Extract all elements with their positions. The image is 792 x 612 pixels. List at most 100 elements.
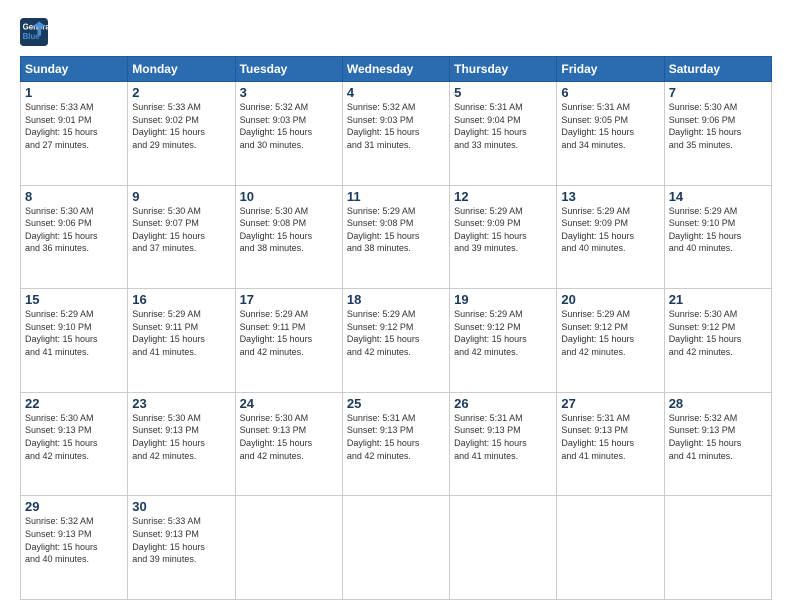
calendar-cell: 21Sunrise: 5:30 AM Sunset: 9:12 PM Dayli… — [664, 289, 771, 393]
day-info: Sunrise: 5:31 AM Sunset: 9:04 PM Dayligh… — [454, 101, 552, 151]
day-number: 22 — [25, 396, 123, 411]
day-info: Sunrise: 5:29 AM Sunset: 9:08 PM Dayligh… — [347, 205, 445, 255]
day-number: 24 — [240, 396, 338, 411]
calendar-header-row: SundayMondayTuesdayWednesdayThursdayFrid… — [21, 57, 772, 82]
calendar-cell: 8Sunrise: 5:30 AM Sunset: 9:06 PM Daylig… — [21, 185, 128, 289]
day-header-tuesday: Tuesday — [235, 57, 342, 82]
day-header-saturday: Saturday — [664, 57, 771, 82]
calendar-cell: 18Sunrise: 5:29 AM Sunset: 9:12 PM Dayli… — [342, 289, 449, 393]
day-number: 15 — [25, 292, 123, 307]
calendar-cell — [342, 496, 449, 600]
day-number: 13 — [561, 189, 659, 204]
day-number: 1 — [25, 85, 123, 100]
day-header-sunday: Sunday — [21, 57, 128, 82]
day-info: Sunrise: 5:32 AM Sunset: 9:03 PM Dayligh… — [347, 101, 445, 151]
calendar-cell: 11Sunrise: 5:29 AM Sunset: 9:08 PM Dayli… — [342, 185, 449, 289]
day-info: Sunrise: 5:33 AM Sunset: 9:01 PM Dayligh… — [25, 101, 123, 151]
calendar-cell: 27Sunrise: 5:31 AM Sunset: 9:13 PM Dayli… — [557, 392, 664, 496]
day-header-wednesday: Wednesday — [342, 57, 449, 82]
day-info: Sunrise: 5:30 AM Sunset: 9:06 PM Dayligh… — [669, 101, 767, 151]
day-number: 2 — [132, 85, 230, 100]
day-info: Sunrise: 5:29 AM Sunset: 9:09 PM Dayligh… — [561, 205, 659, 255]
calendar-cell: 20Sunrise: 5:29 AM Sunset: 9:12 PM Dayli… — [557, 289, 664, 393]
day-number: 9 — [132, 189, 230, 204]
day-info: Sunrise: 5:29 AM Sunset: 9:12 PM Dayligh… — [454, 308, 552, 358]
logo: General Blue — [20, 18, 48, 46]
calendar-cell: 23Sunrise: 5:30 AM Sunset: 9:13 PM Dayli… — [128, 392, 235, 496]
day-number: 27 — [561, 396, 659, 411]
day-info: Sunrise: 5:30 AM Sunset: 9:13 PM Dayligh… — [240, 412, 338, 462]
header: General Blue — [20, 18, 772, 46]
day-number: 28 — [669, 396, 767, 411]
day-info: Sunrise: 5:32 AM Sunset: 9:13 PM Dayligh… — [25, 515, 123, 565]
day-number: 26 — [454, 396, 552, 411]
logo-icon: General Blue — [20, 18, 48, 46]
page: General Blue SundayMondayTuesdayWednesda… — [0, 0, 792, 612]
calendar-cell: 15Sunrise: 5:29 AM Sunset: 9:10 PM Dayli… — [21, 289, 128, 393]
calendar-cell: 1Sunrise: 5:33 AM Sunset: 9:01 PM Daylig… — [21, 82, 128, 186]
calendar-cell: 12Sunrise: 5:29 AM Sunset: 9:09 PM Dayli… — [450, 185, 557, 289]
calendar-cell — [450, 496, 557, 600]
day-info: Sunrise: 5:33 AM Sunset: 9:02 PM Dayligh… — [132, 101, 230, 151]
day-number: 10 — [240, 189, 338, 204]
day-header-monday: Monday — [128, 57, 235, 82]
day-info: Sunrise: 5:29 AM Sunset: 9:10 PM Dayligh… — [25, 308, 123, 358]
calendar-cell — [557, 496, 664, 600]
calendar-cell: 14Sunrise: 5:29 AM Sunset: 9:10 PM Dayli… — [664, 185, 771, 289]
day-number: 12 — [454, 189, 552, 204]
calendar-cell: 22Sunrise: 5:30 AM Sunset: 9:13 PM Dayli… — [21, 392, 128, 496]
calendar-cell: 5Sunrise: 5:31 AM Sunset: 9:04 PM Daylig… — [450, 82, 557, 186]
calendar-cell: 26Sunrise: 5:31 AM Sunset: 9:13 PM Dayli… — [450, 392, 557, 496]
calendar-cell: 4Sunrise: 5:32 AM Sunset: 9:03 PM Daylig… — [342, 82, 449, 186]
calendar-cell: 10Sunrise: 5:30 AM Sunset: 9:08 PM Dayli… — [235, 185, 342, 289]
day-info: Sunrise: 5:29 AM Sunset: 9:12 PM Dayligh… — [347, 308, 445, 358]
calendar-week-row: 15Sunrise: 5:29 AM Sunset: 9:10 PM Dayli… — [21, 289, 772, 393]
day-info: Sunrise: 5:31 AM Sunset: 9:13 PM Dayligh… — [347, 412, 445, 462]
day-info: Sunrise: 5:32 AM Sunset: 9:13 PM Dayligh… — [669, 412, 767, 462]
calendar-week-row: 29Sunrise: 5:32 AM Sunset: 9:13 PM Dayli… — [21, 496, 772, 600]
day-number: 29 — [25, 499, 123, 514]
day-info: Sunrise: 5:30 AM Sunset: 9:12 PM Dayligh… — [669, 308, 767, 358]
calendar-week-row: 8Sunrise: 5:30 AM Sunset: 9:06 PM Daylig… — [21, 185, 772, 289]
calendar-cell: 2Sunrise: 5:33 AM Sunset: 9:02 PM Daylig… — [128, 82, 235, 186]
day-info: Sunrise: 5:30 AM Sunset: 9:07 PM Dayligh… — [132, 205, 230, 255]
calendar-cell: 7Sunrise: 5:30 AM Sunset: 9:06 PM Daylig… — [664, 82, 771, 186]
day-number: 5 — [454, 85, 552, 100]
calendar-cell — [235, 496, 342, 600]
calendar-cell: 19Sunrise: 5:29 AM Sunset: 9:12 PM Dayli… — [450, 289, 557, 393]
day-info: Sunrise: 5:29 AM Sunset: 9:11 PM Dayligh… — [240, 308, 338, 358]
day-number: 21 — [669, 292, 767, 307]
day-number: 17 — [240, 292, 338, 307]
day-number: 14 — [669, 189, 767, 204]
calendar-cell: 3Sunrise: 5:32 AM Sunset: 9:03 PM Daylig… — [235, 82, 342, 186]
day-number: 30 — [132, 499, 230, 514]
calendar-cell: 25Sunrise: 5:31 AM Sunset: 9:13 PM Dayli… — [342, 392, 449, 496]
day-number: 20 — [561, 292, 659, 307]
calendar-cell: 13Sunrise: 5:29 AM Sunset: 9:09 PM Dayli… — [557, 185, 664, 289]
calendar-table: SundayMondayTuesdayWednesdayThursdayFrid… — [20, 56, 772, 600]
calendar-cell: 24Sunrise: 5:30 AM Sunset: 9:13 PM Dayli… — [235, 392, 342, 496]
day-number: 18 — [347, 292, 445, 307]
day-info: Sunrise: 5:30 AM Sunset: 9:08 PM Dayligh… — [240, 205, 338, 255]
day-number: 7 — [669, 85, 767, 100]
day-header-friday: Friday — [557, 57, 664, 82]
day-info: Sunrise: 5:30 AM Sunset: 9:13 PM Dayligh… — [25, 412, 123, 462]
calendar-week-row: 1Sunrise: 5:33 AM Sunset: 9:01 PM Daylig… — [21, 82, 772, 186]
calendar-cell: 29Sunrise: 5:32 AM Sunset: 9:13 PM Dayli… — [21, 496, 128, 600]
day-info: Sunrise: 5:29 AM Sunset: 9:09 PM Dayligh… — [454, 205, 552, 255]
day-number: 16 — [132, 292, 230, 307]
day-number: 6 — [561, 85, 659, 100]
calendar-cell: 9Sunrise: 5:30 AM Sunset: 9:07 PM Daylig… — [128, 185, 235, 289]
calendar-cell: 30Sunrise: 5:33 AM Sunset: 9:13 PM Dayli… — [128, 496, 235, 600]
calendar-cell: 6Sunrise: 5:31 AM Sunset: 9:05 PM Daylig… — [557, 82, 664, 186]
calendar-week-row: 22Sunrise: 5:30 AM Sunset: 9:13 PM Dayli… — [21, 392, 772, 496]
day-header-thursday: Thursday — [450, 57, 557, 82]
day-number: 23 — [132, 396, 230, 411]
calendar-cell: 28Sunrise: 5:32 AM Sunset: 9:13 PM Dayli… — [664, 392, 771, 496]
day-info: Sunrise: 5:33 AM Sunset: 9:13 PM Dayligh… — [132, 515, 230, 565]
day-info: Sunrise: 5:31 AM Sunset: 9:13 PM Dayligh… — [561, 412, 659, 462]
day-info: Sunrise: 5:31 AM Sunset: 9:05 PM Dayligh… — [561, 101, 659, 151]
svg-text:General: General — [23, 22, 48, 31]
day-info: Sunrise: 5:30 AM Sunset: 9:06 PM Dayligh… — [25, 205, 123, 255]
calendar-cell: 16Sunrise: 5:29 AM Sunset: 9:11 PM Dayli… — [128, 289, 235, 393]
